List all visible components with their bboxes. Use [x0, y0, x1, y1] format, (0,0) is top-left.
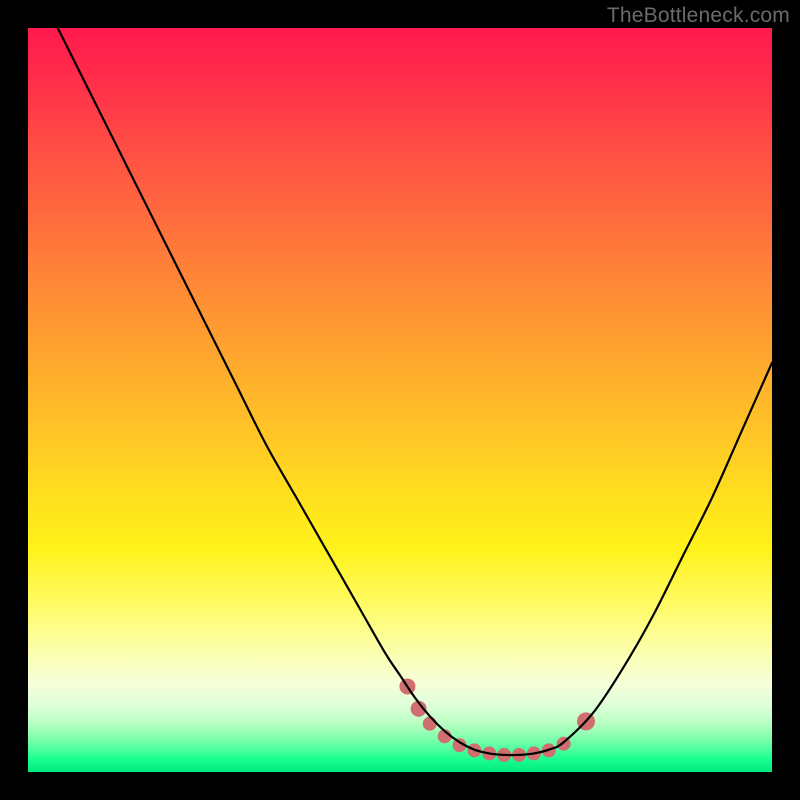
- bottleneck-curve: [58, 28, 772, 755]
- highlight-dot: [423, 717, 437, 731]
- chart-frame: TheBottleneck.com: [0, 0, 800, 800]
- chart-svg: [28, 28, 772, 772]
- watermark-text: TheBottleneck.com: [607, 4, 790, 28]
- chart-plot-area: [28, 28, 772, 772]
- highlight-markers: [399, 678, 595, 761]
